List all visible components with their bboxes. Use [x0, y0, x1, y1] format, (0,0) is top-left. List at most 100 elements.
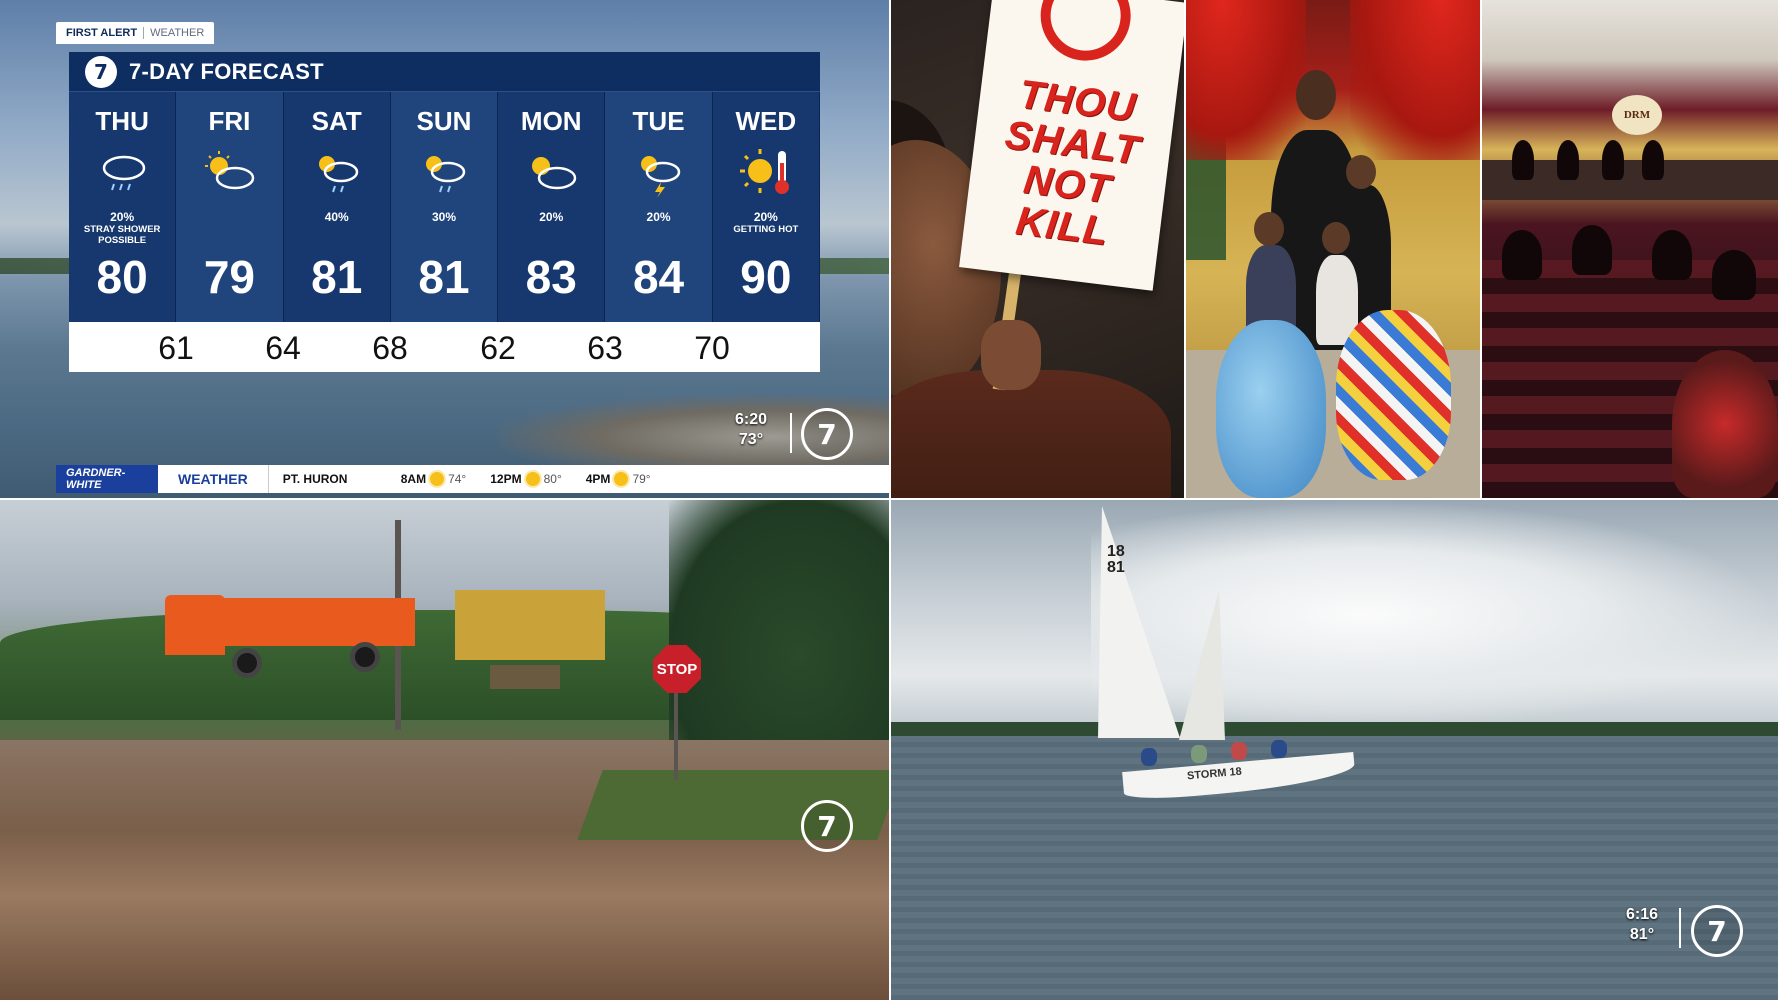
sailor — [1271, 740, 1287, 758]
day-note — [289, 224, 385, 248]
low-temp: 61 — [158, 330, 194, 366]
woman-head — [1296, 70, 1336, 120]
audience-member — [1652, 230, 1692, 280]
sponsor-logo: GARDNER-WHITE — [56, 465, 158, 493]
current-temp: 73° — [738, 431, 764, 448]
precip-chance: 20% — [110, 210, 135, 224]
day-name: WED — [735, 106, 797, 136]
readout-divider — [790, 413, 792, 453]
day-note — [181, 224, 277, 248]
ticker-label: WEATHER — [158, 465, 269, 493]
forecast-title: 7-DAY FORECAST — [129, 58, 324, 84]
audience-member-foreground — [1672, 350, 1778, 498]
high-temp: 90 — [740, 251, 792, 303]
station-logo-icon: 7 — [85, 55, 117, 88]
day-column: SUN 30% 81 — [390, 92, 499, 322]
day-note: STRAY SHOWER POSSIBLE — [83, 224, 161, 246]
day-name: TUE — [632, 106, 685, 136]
mainsail — [1098, 506, 1180, 738]
day-column: FRI 79 — [176, 92, 284, 322]
protester-shirt — [891, 370, 1171, 498]
precip-chance: 40% — [324, 210, 349, 224]
tag-separator — [143, 27, 145, 39]
channel-7-abc-logo-icon: 7 — [1691, 905, 1743, 957]
audience-member — [1572, 225, 1612, 275]
day-note — [503, 224, 599, 248]
low-temp: 63 — [587, 330, 623, 366]
blue-gift-bag — [1216, 320, 1326, 498]
sun-icon — [614, 472, 629, 486]
audience-member — [1712, 250, 1756, 300]
sail-number-bottom: 81 — [1107, 559, 1125, 576]
child-head — [1346, 155, 1376, 189]
sun-rain-cloud-icon — [302, 138, 372, 208]
excavator-bucket — [490, 665, 560, 689]
day-note — [396, 224, 492, 248]
day-note: GETTING HOT — [733, 224, 799, 235]
day-name: SAT — [311, 106, 362, 136]
time-temp-readout: 6:20 73° — [735, 410, 767, 450]
dump-truck-cab — [165, 595, 225, 655]
high-temp: 81 — [311, 251, 363, 303]
day-name: MON — [520, 106, 582, 136]
day-note — [611, 224, 707, 248]
protest-photo-panel: THOU SHALT NOT KILL — [891, 0, 1184, 498]
first-alert-tag: FIRST ALERT WEATHER — [56, 22, 215, 44]
sun-icon — [430, 472, 445, 486]
performer — [1512, 140, 1534, 180]
sign-text-line: KILL — [1013, 198, 1112, 254]
ticker-location: PT. HURON — [282, 472, 348, 486]
precip-chance: 20% — [539, 210, 564, 224]
partly-cloudy-icon — [194, 138, 264, 208]
day-column: TUE 20% 84 — [605, 92, 713, 322]
precip-chance: 20% — [646, 210, 671, 224]
family-photo-panel — [1186, 0, 1480, 498]
grid-divider — [1184, 0, 1186, 498]
jib-sail — [1179, 590, 1225, 740]
red-curtain-left — [1186, 0, 1306, 160]
low-temps-row: 61 64 68 62 63 70 — [69, 322, 820, 372]
sign-post — [674, 690, 678, 780]
sun-icon — [525, 472, 540, 486]
forecast-days: THU 20% STRAY SHOWER POSSIBLE 80 FRI 79 … — [69, 92, 820, 322]
low-temp: 62 — [480, 330, 516, 366]
stop-sign: STOP — [653, 645, 701, 693]
current-temp: 81° — [1629, 926, 1655, 943]
day-column: SAT 40% 81 — [283, 92, 391, 322]
sign-symbol — [1035, 0, 1136, 66]
slot-temp: 80° — [543, 472, 562, 486]
forecast-header: 7 7-DAY FORECAST — [69, 52, 820, 92]
church-crest: DRM — [1612, 95, 1662, 135]
precip-chance: 20% — [753, 210, 778, 224]
performer — [1602, 140, 1624, 180]
hourly-slot: 8AM 74° — [401, 472, 466, 486]
day-column: THU 20% STRAY SHOWER POSSIBLE 80 — [69, 92, 177, 322]
high-temp: 81 — [418, 251, 470, 303]
child-head — [1254, 212, 1284, 246]
church-event-panel: DRM — [1482, 0, 1778, 498]
flood-photo-panel: 7 — [0, 500, 889, 1000]
partly-cloudy-icon — [516, 138, 586, 208]
low-temp: 64 — [265, 330, 301, 366]
forecast-graphic: 7 7-DAY FORECAST THU 20% STRAY SHOWER PO… — [69, 52, 820, 372]
sailing-photo-panel: 18 81 STORM 18 6:16 81° 7 — [891, 500, 1778, 1000]
channel-7-abc-logo-icon: 7 — [801, 408, 853, 460]
dump-truck-bed — [220, 598, 415, 646]
slot-time: 12PM — [490, 472, 522, 486]
red-curtain-right — [1350, 0, 1480, 160]
sailor — [1191, 745, 1207, 763]
truck-wheel — [232, 648, 262, 678]
channel-7-abc-logo-icon: 7 — [801, 800, 853, 852]
high-temp: 83 — [525, 251, 577, 303]
excavator — [455, 590, 605, 660]
high-temp: 80 — [96, 251, 148, 303]
high-temp: 84 — [632, 251, 685, 303]
day-name: SUN — [416, 106, 472, 136]
weather-label: WEATHER — [150, 27, 205, 39]
grid-divider — [889, 0, 891, 1000]
hourly-slot: 12PM 80° — [490, 472, 562, 486]
low-temp: 70 — [694, 330, 730, 366]
time-temp-readout: 6:16 81° — [1626, 905, 1658, 945]
weather-ticker: GARDNER-WHITE WEATHER PT. HURON 8AM 74° … — [56, 465, 889, 493]
low-temp: 68 — [372, 330, 408, 366]
